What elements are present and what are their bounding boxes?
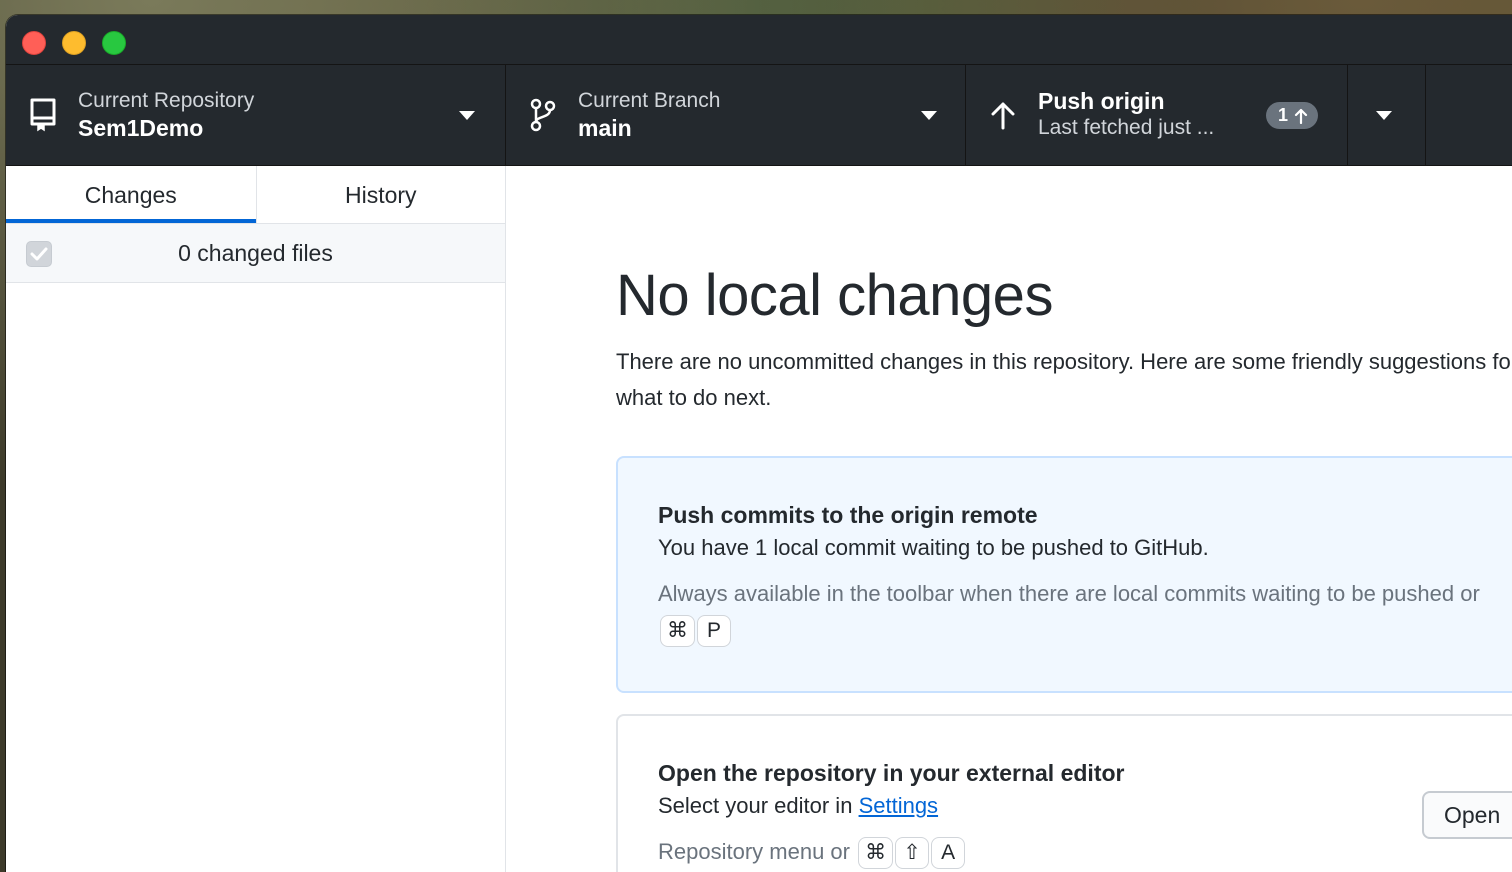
settings-link[interactable]: Settings (859, 793, 939, 818)
card-description: Select your editor in Settings (658, 788, 1494, 824)
repository-label: Current Repository (78, 89, 255, 112)
maximize-window-button[interactable] (102, 31, 126, 55)
close-window-button[interactable] (22, 31, 46, 55)
branch-icon (530, 98, 556, 132)
open-editor-button[interactable]: Open (1422, 791, 1512, 839)
changes-header: 0 changed files (6, 224, 505, 283)
checkmark-icon (30, 247, 48, 261)
hint-text: Always available in the toolbar when the… (658, 581, 1480, 606)
card-description: You have 1 local commit waiting to be pu… (658, 535, 1209, 560)
command-key: ⌘ (660, 615, 695, 648)
page-description: There are no uncommitted changes in this… (616, 349, 1512, 410)
tab-changes[interactable]: Changes (6, 166, 256, 223)
arrow-up-icon (991, 102, 1015, 130)
ahead-count: 1 (1278, 105, 1289, 125)
chevron-down-icon (921, 111, 937, 120)
title-bar (6, 15, 1512, 65)
push-origin-button[interactable]: Push origin Last fetched just ... 1 (966, 65, 1348, 165)
toolbar: Current Repository Sem1Demo Current Bran… (6, 65, 1512, 166)
current-repository-button[interactable]: Current Repository Sem1Demo (6, 65, 506, 165)
open-editor-card: Open the repository in your external edi… (616, 714, 1512, 872)
push-title: Push origin (1038, 88, 1165, 114)
card-hint: Always available in the toolbar when the… (658, 576, 1494, 648)
command-key: ⌘ (858, 837, 894, 870)
last-fetched-text: Last fetched just ... (1038, 116, 1215, 139)
repository-name: Sem1Demo (78, 115, 204, 141)
push-options-dropdown[interactable] (1348, 65, 1426, 165)
current-branch-button[interactable]: Current Branch main (506, 65, 966, 165)
card-hint: Repository menu or ⌘ ⇧ A (658, 834, 1494, 870)
minimize-window-button[interactable] (62, 31, 86, 55)
page-title: No local changes (616, 263, 1053, 328)
ahead-count-badge: 1 (1266, 102, 1319, 129)
a-key: A (931, 837, 966, 870)
shift-key: ⇧ (895, 837, 930, 870)
hint-text: Repository menu or (658, 839, 850, 864)
push-commits-card: Push commits to the origin remote You ha… (616, 456, 1512, 693)
app-window: Current Repository Sem1Demo Current Bran… (6, 15, 1512, 872)
branch-name: main (578, 115, 632, 141)
blank-slate: No local changes There are no uncommitte… (506, 166, 1512, 872)
repo-icon (30, 98, 56, 132)
select-all-checkbox[interactable] (26, 241, 52, 267)
chevron-down-icon (459, 111, 475, 120)
card-title: Open the repository in your external edi… (658, 760, 1125, 786)
card-title: Push commits to the origin remote (658, 502, 1038, 528)
main-area: Changes History 0 changed files No local… (6, 166, 1512, 872)
arrow-up-icon (1294, 108, 1308, 124)
chevron-down-icon (1376, 111, 1392, 120)
description-prefix: Select your editor in (658, 793, 853, 818)
tab-history[interactable]: History (255, 166, 506, 223)
branch-label: Current Branch (578, 89, 721, 112)
sidebar-tabs: Changes History (6, 166, 505, 224)
changed-files-count: 0 changed files (178, 239, 333, 266)
sidebar: Changes History 0 changed files (6, 166, 506, 872)
p-key: P (697, 615, 731, 648)
